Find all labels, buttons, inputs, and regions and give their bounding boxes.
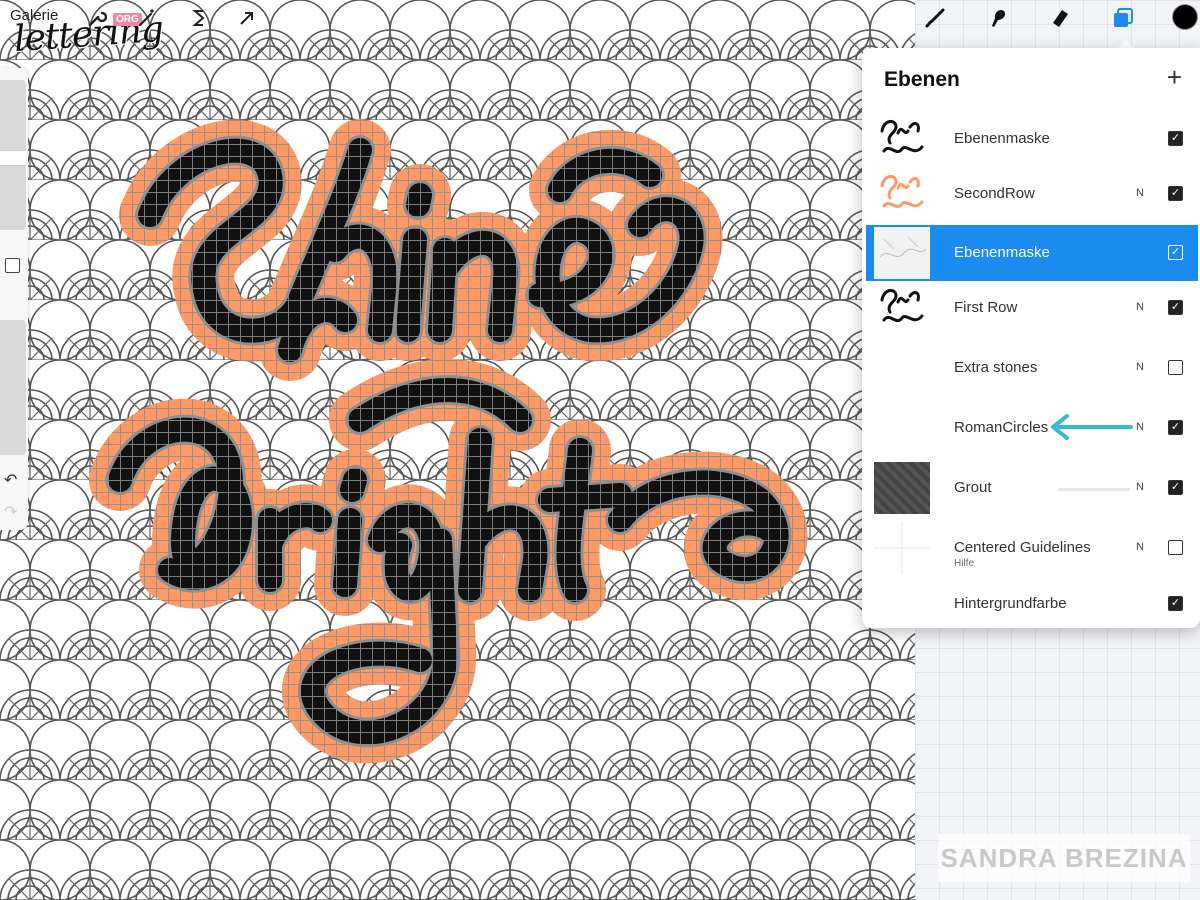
add-layer-button[interactable]: + — [1167, 64, 1182, 90]
layer-visibility-checkbox[interactable] — [1168, 540, 1183, 555]
layer-row[interactable]: Extra stones N — [866, 340, 1198, 396]
layer-row[interactable]: Grout N ✓ — [866, 460, 1198, 516]
layer-thumbnail[interactable] — [874, 113, 930, 165]
layer-visibility-checkbox[interactable]: ✓ — [1168, 596, 1183, 611]
layer-name: Centered Guidelines — [954, 539, 1091, 556]
layer-thumbnail[interactable] — [874, 522, 930, 574]
watermark: SANDRA BREZINA — [938, 834, 1190, 882]
blend-mode-button[interactable]: N — [1136, 481, 1144, 493]
smudge-icon[interactable] — [985, 5, 1011, 31]
layer-opacity-indicator — [1058, 488, 1130, 491]
wrench-icon[interactable] — [84, 5, 110, 31]
layer-visibility-checkbox[interactable]: ✓ — [1168, 480, 1183, 495]
layer-thumbnail[interactable] — [874, 578, 930, 630]
modify-button[interactable] — [5, 258, 20, 273]
layer-visibility-checkbox[interactable]: ✓ — [1168, 300, 1183, 315]
layer-visibility-checkbox[interactable]: ✓ — [1168, 245, 1183, 260]
layer-row[interactable]: RomanCircles N ✓ — [866, 400, 1198, 456]
mosaic-artwork — [0, 0, 915, 900]
blend-mode-button[interactable]: N — [1136, 421, 1144, 433]
layer-thumbnail[interactable] — [874, 462, 930, 514]
layer-name: RomanCircles — [954, 419, 1049, 436]
layer-name: Grout — [954, 479, 992, 496]
layer-visibility-checkbox[interactable]: ✓ — [1168, 420, 1183, 435]
opacity-slider[interactable] — [0, 320, 26, 455]
eraser-icon[interactable] — [1047, 5, 1073, 31]
color-swatch[interactable] — [1171, 3, 1199, 31]
layer-row[interactable]: Hintergrundfarbe ✓ — [866, 576, 1198, 632]
left-sidebar: ↶ ↷ — [0, 68, 28, 530]
layers-panel: Ebenen + Ebenenmaske ✓ SecondRow N ✓ Ebenenma… — [862, 48, 1200, 628]
arrow-cursor-icon[interactable] — [234, 5, 260, 31]
blend-mode-button[interactable]: N — [1136, 361, 1144, 373]
layer-subtitle: Hilfe — [954, 558, 975, 569]
drawing-canvas[interactable] — [0, 0, 915, 900]
layer-row[interactable]: Ebenenmaske ✓ — [866, 111, 1198, 167]
layer-visibility-checkbox[interactable]: ✓ — [1168, 186, 1183, 201]
undo-icon[interactable]: ↶ — [4, 470, 17, 490]
blend-mode-button[interactable]: N — [1136, 541, 1144, 553]
layer-visibility-checkbox[interactable] — [1168, 360, 1183, 375]
layer-thumbnail[interactable] — [874, 168, 930, 220]
layer-row[interactable]: Centered Guidelines Hilfe N — [866, 520, 1198, 576]
layer-visibility-checkbox[interactable]: ✓ — [1168, 131, 1183, 146]
top-toolbar: Galerie lettering ORG — [0, 0, 1200, 60]
adjust-s-icon[interactable] — [186, 5, 212, 31]
layer-thumbnail[interactable] — [874, 402, 930, 454]
layer-name: Ebenenmaske — [954, 244, 1050, 261]
brush-size-slider-thumb[interactable] — [0, 150, 26, 166]
layers-icon[interactable] — [1110, 5, 1136, 31]
layer-name: Extra stones — [954, 359, 1038, 376]
annotation-arrow-icon — [1051, 414, 1133, 440]
layer-thumbnail[interactable] — [874, 282, 930, 334]
layer-thumbnail[interactable] — [874, 342, 930, 394]
layer-name: Hintergrundfarbe — [954, 595, 1067, 612]
brush-icon[interactable] — [922, 5, 948, 31]
layer-name: SecondRow — [954, 185, 1035, 202]
magic-wand-icon[interactable] — [134, 5, 160, 31]
layer-name: Ebenenmaske — [954, 130, 1050, 147]
layer-row[interactable]: Ebenenmaske ✓ — [866, 225, 1198, 281]
layer-thumbnail[interactable] — [874, 227, 930, 279]
blend-mode-button[interactable]: N — [1136, 301, 1144, 313]
layer-row[interactable]: SecondRow N ✓ — [866, 166, 1198, 222]
layer-name: First Row — [954, 299, 1018, 316]
lettering-stroke — [333, 468, 367, 597]
panel-title: Ebenen — [884, 68, 960, 91]
redo-icon[interactable]: ↷ — [4, 502, 17, 522]
layer-row[interactable]: First Row N ✓ — [866, 280, 1198, 336]
blend-mode-button[interactable]: N — [1136, 187, 1144, 199]
